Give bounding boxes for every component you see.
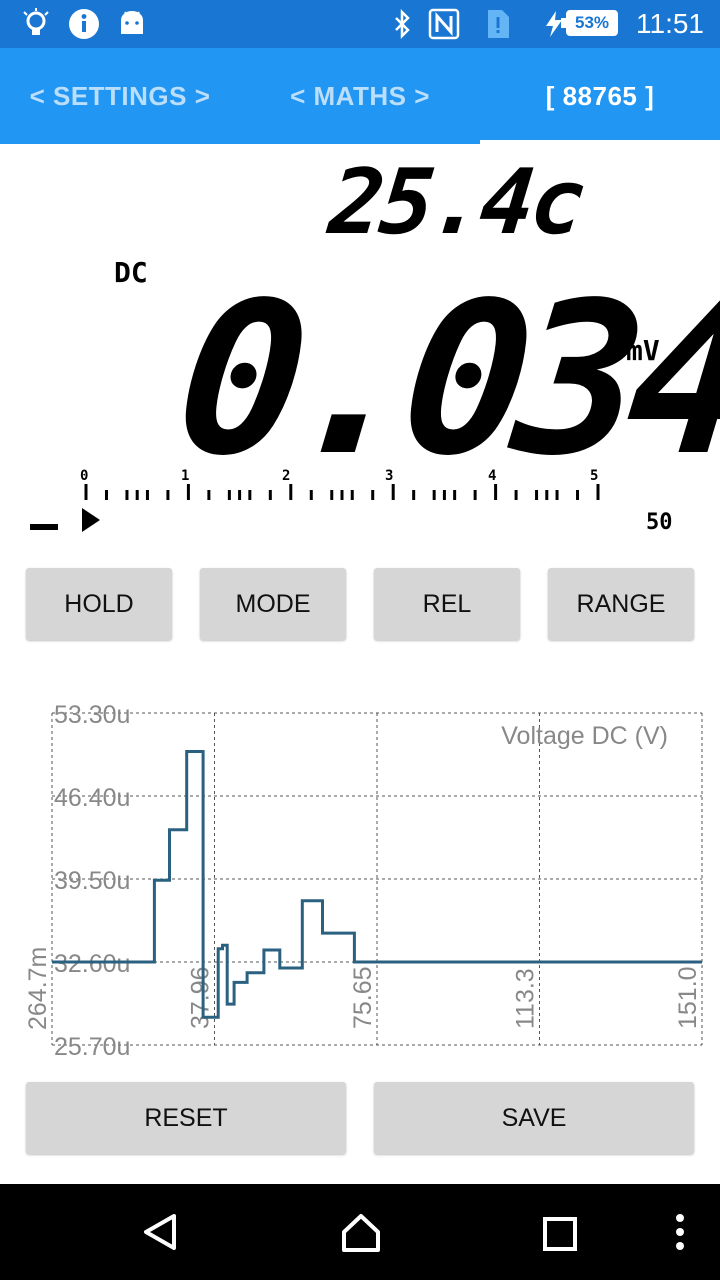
scale-label-1: 1 (181, 468, 190, 484)
y-tick-label: 32.60u (54, 950, 130, 978)
scale-tick (555, 490, 559, 500)
scale-tick (238, 490, 242, 500)
navigation-bar (0, 1184, 720, 1280)
x-axis-label: 264.7m (24, 947, 52, 1030)
y-axis-labels: 53.30u 46.40u 39.50u 32.60u 25.70u (54, 701, 130, 1060)
android-icon (121, 11, 143, 34)
scale-tick (514, 490, 518, 500)
x-tick-label: 75.65 (349, 966, 377, 1029)
scale-tick (535, 490, 539, 500)
scale-tick (442, 490, 446, 500)
recents-icon[interactable] (542, 1216, 578, 1252)
scale-tick (125, 490, 129, 500)
overflow-menu-icon[interactable] (674, 1212, 686, 1252)
y-tick-label: 46.40u (54, 784, 130, 812)
main-reading: 0.034 (167, 257, 720, 502)
x-tick-label: 151.0 (674, 966, 702, 1029)
x-tick-label: 37.96 (187, 966, 215, 1029)
bluetooth-icon (395, 8, 410, 40)
hold-button[interactable]: HOLD (26, 568, 172, 640)
battery-level: 53% (561, 10, 618, 36)
scale-tick (166, 490, 170, 500)
scale-tick (104, 490, 108, 500)
info-icon (69, 9, 99, 39)
tab-maths[interactable]: < MATHS > (240, 48, 480, 144)
scale-tick (227, 490, 231, 500)
scale-label-4: 4 (488, 468, 497, 484)
scale-tick (145, 490, 149, 500)
chart-grid (51, 712, 703, 1046)
scale-tick (350, 490, 354, 500)
scale-tick (309, 490, 313, 500)
scale-tick (289, 484, 293, 500)
voltage-chart: Voltage DC (V) 53.30u46.40u39.50u32.60u2… (24, 701, 703, 1060)
reset-button[interactable]: RESET (26, 1082, 346, 1154)
rel-button[interactable]: REL (374, 568, 520, 640)
scale-tick (494, 484, 498, 500)
scale-max-label: 50 (646, 510, 673, 535)
bar-pointer-icon (82, 508, 100, 532)
chart-title: Voltage DC (V) (501, 722, 668, 750)
clock: 11:51 (636, 8, 704, 39)
sim-alert-icon (488, 10, 509, 38)
x-tick-label: 113.3 (512, 968, 540, 1029)
home-icon[interactable] (340, 1212, 382, 1254)
scale-tick (596, 484, 600, 500)
tab-settings[interactable]: < SETTINGS > (0, 48, 240, 144)
bar-graph-scale (30, 484, 600, 532)
scale-tick (340, 490, 344, 500)
range-button[interactable]: RANGE (548, 568, 694, 640)
mode-button[interactable]: MODE (200, 568, 346, 640)
scale-tick (207, 490, 211, 500)
scale-tick (576, 490, 580, 500)
polarity-minus (30, 524, 58, 530)
tab-device[interactable]: [ 88765 ] (480, 48, 720, 144)
scale-tick (391, 484, 395, 500)
scale-tick (432, 490, 436, 500)
scale-tick (135, 490, 139, 500)
scale-tick (412, 490, 416, 500)
unit-label: mV (626, 334, 660, 367)
scale-tick (453, 490, 457, 500)
mode-label: DC (114, 256, 148, 289)
scale-tick (248, 490, 252, 500)
scale-label-5: 5 (590, 468, 599, 484)
lightbulb-icon (23, 8, 49, 35)
scale-tick (186, 484, 190, 500)
scale-tick (84, 484, 88, 500)
temperature-readout: 25.4c (324, 150, 587, 255)
scale-label-3: 3 (385, 468, 394, 484)
y-tick-label: 53.30u (54, 701, 130, 729)
scale-tick (473, 490, 477, 500)
scale-tick (268, 490, 272, 500)
back-icon[interactable] (140, 1212, 180, 1252)
scale-label-2: 2 (282, 468, 291, 484)
tab-bar: < SETTINGS > < MATHS > [ 88765 ] (0, 48, 720, 144)
status-bar: 53% 11:51 (0, 0, 720, 48)
x-axis-labels: 37.96 75.65 113.3 151.0 (187, 966, 703, 1029)
scale-tick (545, 490, 549, 500)
scale-tick (330, 490, 334, 500)
save-button[interactable]: SAVE (374, 1082, 694, 1154)
tab-indicator (480, 140, 720, 144)
scale-label-0: 0 (80, 468, 89, 484)
y-tick-label: 25.70u (54, 1033, 130, 1060)
y-tick-label: 39.50u (54, 867, 130, 895)
scale-ticks (84, 484, 600, 500)
scale-tick (371, 490, 375, 500)
nfc-icon (428, 8, 460, 40)
